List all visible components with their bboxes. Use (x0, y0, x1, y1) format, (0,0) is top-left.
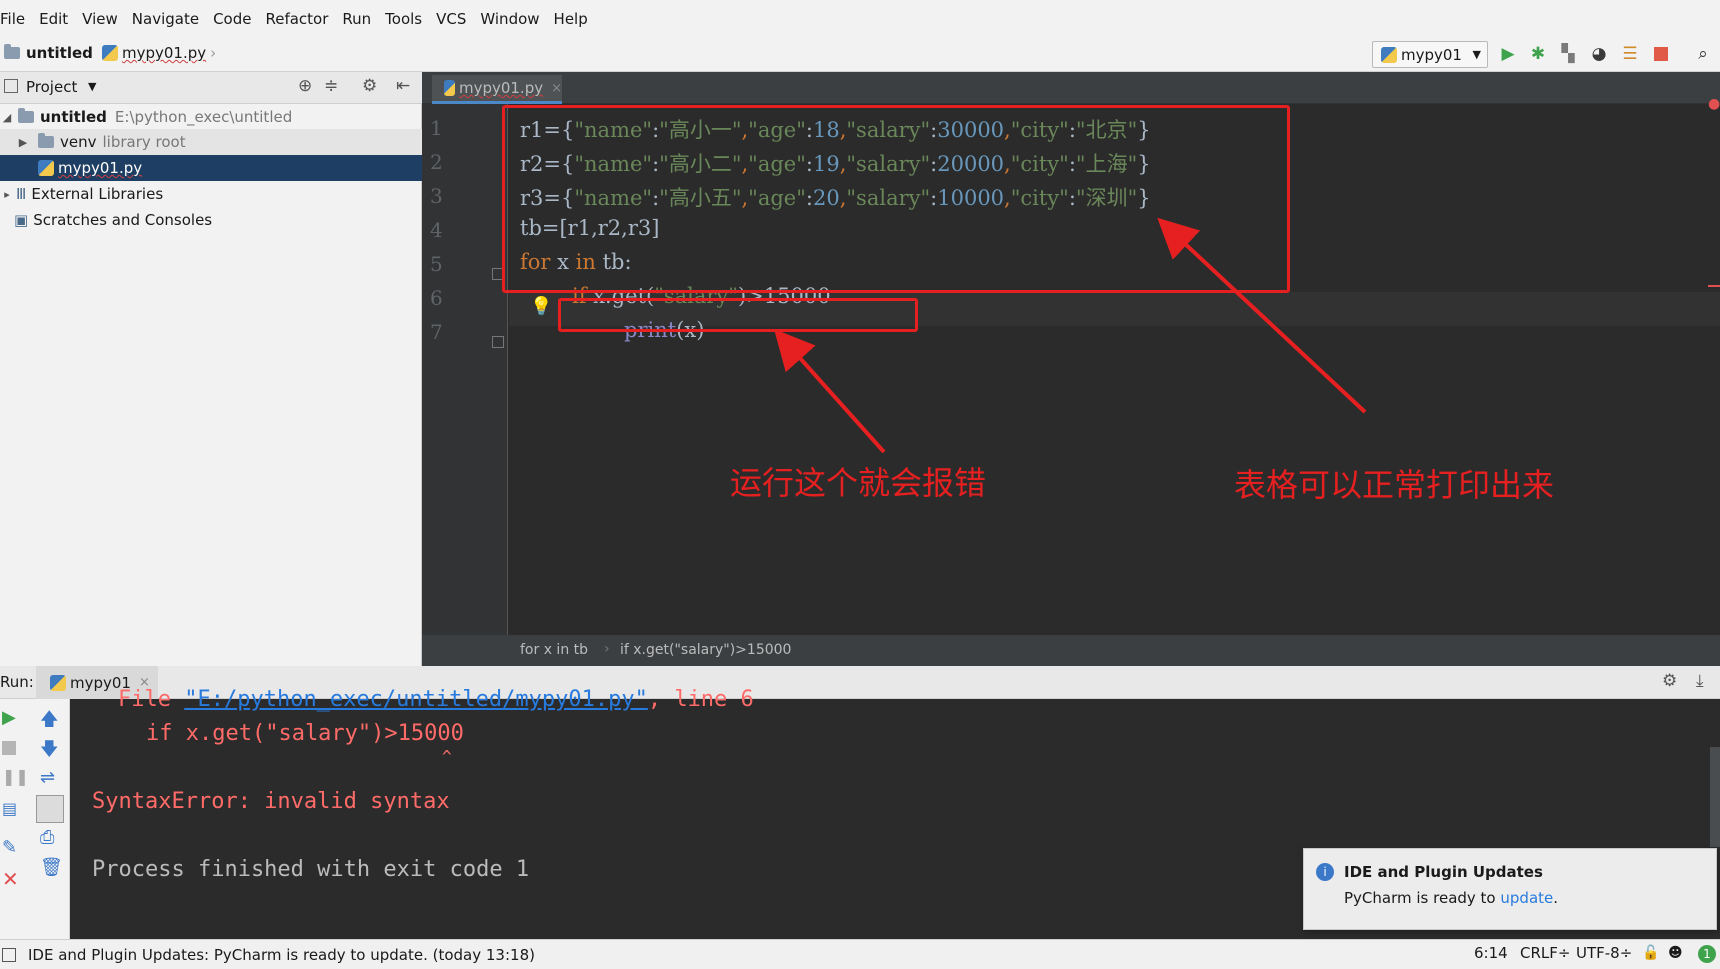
arrow-to-error-line (773, 329, 886, 454)
annotation-table-text: 表格可以正常打印出来 (1234, 466, 1555, 504)
arrow-to-table (1157, 217, 1367, 414)
annotation-error-text: 运行这个就会报错 (730, 464, 987, 502)
